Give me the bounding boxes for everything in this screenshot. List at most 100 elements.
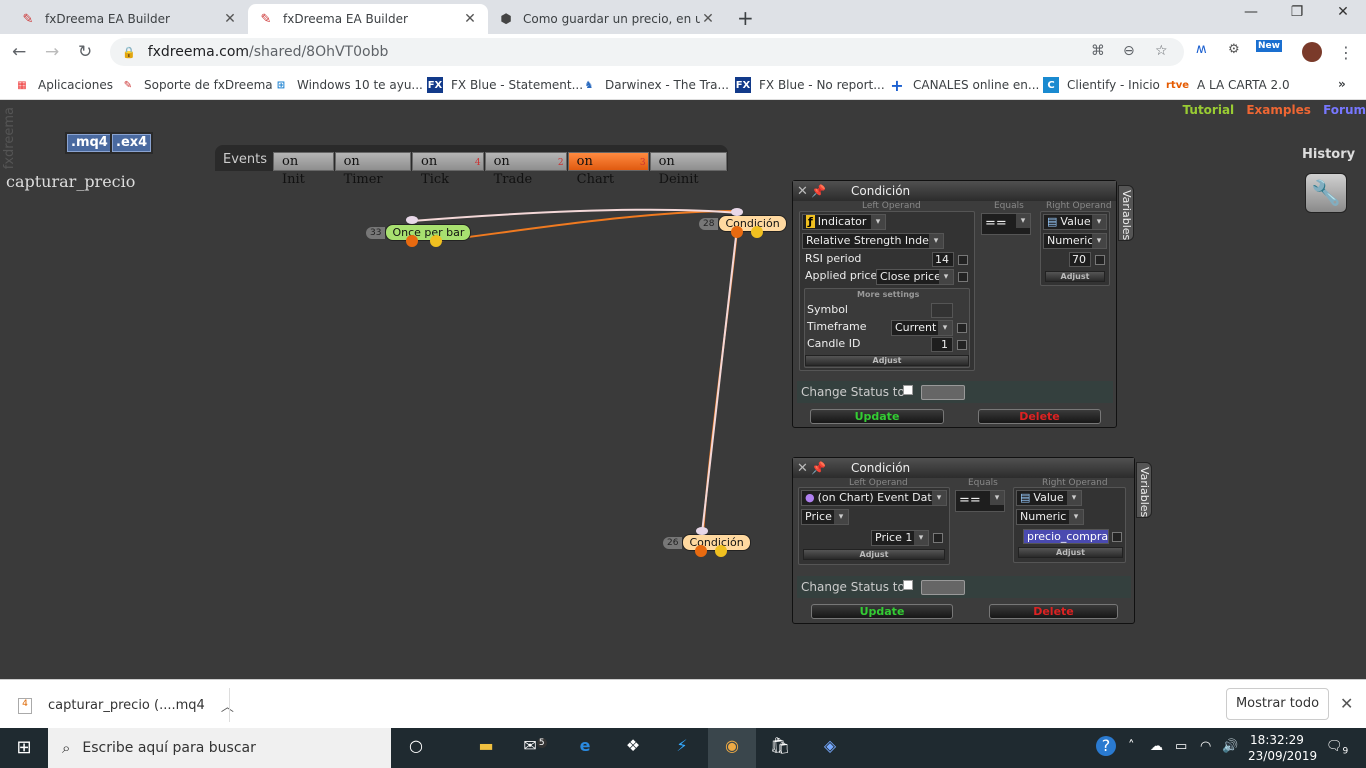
adjust-button[interactable]: Adjust (803, 549, 945, 560)
address-bar[interactable]: 🔒 fxdreema.com/shared/8OhVT0obb (110, 38, 1184, 66)
timeframe-checkbox[interactable] (957, 323, 967, 333)
block-output-dot[interactable] (751, 226, 763, 238)
right-subtype-select[interactable]: Numeric (1016, 509, 1084, 525)
delete-button[interactable]: Delete (978, 409, 1101, 424)
bookmark-item[interactable]: C Clientify - Inicio (1043, 77, 1160, 93)
mail-icon[interactable]: ✉ 5 (522, 736, 548, 760)
timeframe-select[interactable]: Current (891, 320, 953, 336)
block-condicion-28[interactable]: 28 Condición (699, 215, 787, 232)
adjust-button[interactable]: Adjust (805, 355, 969, 366)
avatar[interactable] (1302, 42, 1322, 62)
indicator-select[interactable]: Relative Strength Index (802, 233, 944, 249)
browser-tab-1[interactable]: ✎ fxDreema EA Builder ✕ (10, 4, 248, 34)
notifications-icon[interactable]: 🗨9 (1326, 739, 1348, 757)
bookmark-apps[interactable]: ▦ Aplicaciones (14, 77, 113, 93)
change-status-select[interactable] (921, 385, 965, 400)
update-button[interactable]: Update (810, 409, 944, 424)
right-subtype-select[interactable]: Numeric (1043, 233, 1107, 249)
windows-start-icon[interactable]: ⊞ (0, 728, 48, 768)
close-tab-icon[interactable]: ✕ (700, 11, 716, 27)
browser-tab-3[interactable]: ⬢ Como guardar un precio, en una ✕ (488, 4, 726, 34)
block-output-dot[interactable] (695, 545, 707, 557)
translate-icon[interactable]: ⌘ (1091, 43, 1105, 59)
close-downloads-icon[interactable]: ✕ (1340, 694, 1353, 713)
bookmark-item[interactable]: ⊞ Windows 10 te ayu... (273, 77, 423, 93)
operator-select[interactable]: == (955, 490, 1005, 512)
close-icon[interactable]: ✕ (797, 184, 811, 199)
bookmark-item[interactable]: + CANALES online en... (889, 76, 1039, 95)
right-type-select[interactable]: ▤ Value (1016, 490, 1082, 506)
left-price-select[interactable]: Price 1 (871, 530, 929, 546)
browser-tab-2[interactable]: ✎ fxDreema EA Builder ✕ (248, 4, 488, 34)
left-type-select[interactable]: ● (on Chart) Event Data (801, 490, 947, 506)
block-input-dot[interactable] (731, 208, 743, 216)
right-value-checkbox[interactable] (1095, 255, 1105, 265)
block-input-dot[interactable] (406, 216, 418, 224)
variables-tab[interactable]: Variables (1118, 185, 1134, 241)
right-value-input[interactable]: precio_compra (1023, 529, 1109, 544)
chevron-up-icon[interactable]: ˄ (1128, 739, 1135, 754)
more-bookmarks-icon[interactable]: » (1338, 77, 1346, 91)
minimize-icon[interactable]: — (1228, 4, 1274, 20)
right-type-select[interactable]: ▤ Value (1043, 214, 1107, 230)
app-owl-icon[interactable]: ◈ (817, 736, 843, 760)
cloud-icon[interactable]: ☁ (1150, 739, 1163, 754)
block-output-dot[interactable] (715, 545, 727, 557)
variables-tab[interactable]: Variables (1136, 462, 1152, 518)
candle-id-input[interactable]: 1 (931, 337, 953, 352)
block-output-dot[interactable] (731, 226, 743, 238)
update-button[interactable]: Update (811, 604, 953, 619)
change-status-checkbox[interactable] (903, 385, 913, 395)
left-sub-select[interactable]: Price (801, 509, 849, 525)
menu-icon[interactable]: ⋮ (1338, 43, 1354, 62)
right-value-checkbox[interactable] (1112, 532, 1122, 542)
block-once-per-bar[interactable]: 33 Once per bar (366, 224, 472, 241)
change-status-select[interactable] (921, 580, 965, 595)
right-value-input[interactable]: 70 (1069, 252, 1091, 267)
chrome-icon[interactable]: ◉ (719, 736, 745, 760)
change-status-checkbox[interactable] (903, 580, 913, 590)
forward-icon[interactable]: → (45, 42, 59, 62)
cortana-icon[interactable]: ○ (403, 736, 429, 760)
extension-icon[interactable]: ʍ (1196, 42, 1207, 57)
maximize-icon[interactable]: ❐ (1274, 4, 1320, 20)
left-price-checkbox[interactable] (933, 533, 943, 543)
close-tab-icon[interactable]: ✕ (462, 11, 478, 27)
rsi-period-input[interactable]: 14 (932, 252, 954, 267)
volume-icon[interactable]: 🔊 (1222, 739, 1238, 754)
close-icon[interactable]: ✕ (797, 461, 811, 476)
block-input-dot[interactable] (696, 527, 708, 535)
bookmark-item[interactable]: ♞ Darwinex - The Tra... (581, 77, 729, 93)
bookmark-star-icon[interactable]: ☆ (1155, 43, 1168, 59)
bookmark-item[interactable]: rtve A LA CARTA 2.0 (1166, 77, 1290, 93)
rsi-period-checkbox[interactable] (958, 255, 968, 265)
show-all-button[interactable]: Mostrar todo (1226, 688, 1329, 720)
new-extension-icon[interactable]: New (1256, 40, 1282, 52)
file-explorer-icon[interactable]: ▬ (473, 736, 499, 760)
store-icon[interactable]: 🛍 (767, 736, 793, 760)
block-output-dot[interactable] (430, 235, 442, 247)
close-window-icon[interactable]: ✕ (1320, 4, 1366, 20)
candle-id-checkbox[interactable] (957, 340, 967, 350)
pin-icon[interactable]: 📌 (811, 184, 851, 198)
applied-price-select[interactable]: Close price (876, 269, 954, 285)
pin-icon[interactable]: 📌 (811, 461, 851, 475)
app-icon[interactable]: ⚡ (669, 736, 695, 760)
bookmark-item[interactable]: FX FX Blue - Statement... (427, 77, 583, 93)
bookmark-item[interactable]: ✎ Soporte de fxDreema (120, 77, 273, 93)
operator-select[interactable]: == (981, 213, 1031, 235)
left-type-select[interactable]: ƒ Indicator (802, 214, 886, 230)
delete-button[interactable]: Delete (989, 604, 1118, 619)
block-condicion-26[interactable]: 26 Condición (663, 534, 751, 551)
more-settings-label[interactable]: More settings (857, 290, 919, 299)
applied-price-checkbox[interactable] (958, 272, 968, 282)
zoom-icon[interactable]: ⊖ (1123, 43, 1135, 59)
new-tab-icon[interactable]: + (737, 6, 754, 30)
help-icon[interactable]: ? (1096, 736, 1116, 756)
right-adjust-button[interactable]: Adjust (1018, 547, 1123, 558)
download-item[interactable]: 4 capturar_precio (....mq4 ︿ (18, 696, 234, 715)
edge-icon[interactable]: e (572, 736, 598, 760)
extension-icon[interactable]: ⚙ (1228, 42, 1240, 57)
taskbar-search[interactable]: ⌕ Escribe aquí para buscar (48, 728, 391, 768)
close-tab-icon[interactable]: ✕ (222, 11, 238, 27)
